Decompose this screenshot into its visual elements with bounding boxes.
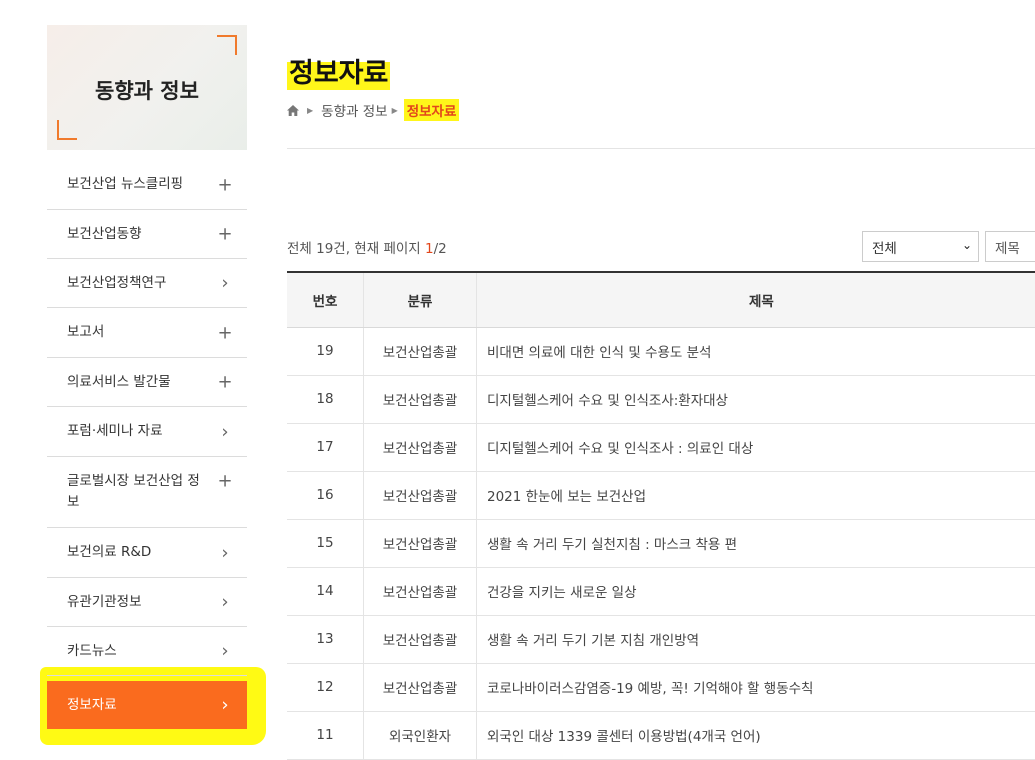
sidebar-item-label: 포럼·세미나 자료 (67, 421, 163, 442)
search-field-select[interactable]: 제목 (985, 231, 1035, 262)
row-number: 11 (287, 711, 364, 759)
sidebar-item-label: 보건산업정책연구 (67, 273, 166, 294)
sidebar-item-related-agencies[interactable]: 유관기관정보 › (47, 578, 247, 627)
sidebar-item-label: 의료서비스 발간물 (67, 372, 171, 393)
header-category: 분류 (364, 272, 477, 327)
row-title-link[interactable]: 비대면 의료에 대한 인식 및 수용도 분석 (477, 327, 1035, 375)
chevron-right-icon: › (217, 592, 233, 613)
row-title-link[interactable]: 생활 속 거리 두기 실천지침 : 마스크 착용 편 (477, 519, 1035, 567)
count-text: 전체 19건, 현재 페이지 (287, 241, 425, 257)
header-number: 번호 (287, 272, 364, 327)
table-row[interactable]: 16 보건산업총괄 2021 한눈에 보는 보건산업 (287, 471, 1035, 519)
sidebar-title: 동향과 정보 (47, 75, 247, 105)
page-title: 정보자료 (287, 58, 390, 90)
row-category: 보건산업총괄 (364, 423, 477, 471)
sidebar-header: 동향과 정보 (47, 25, 247, 150)
plus-icon: + (217, 322, 233, 343)
sidebar-item-label: 보건의료 R&D (67, 542, 151, 563)
breadcrumb-item[interactable]: 동향과 정보 (321, 100, 387, 120)
sidebar-menu: 보건산업 뉴스클리핑 + 보건산업동향 + 보건산업정책연구 › 보고서 + 의… (47, 160, 247, 729)
sidebar-item-label: 카드뉴스 (67, 641, 117, 662)
sidebar-item-label: 유관기관정보 (67, 592, 142, 613)
chevron-right-icon: › (217, 421, 233, 442)
table-row[interactable]: 12 보건산업총괄 코로나바이러스감염증-19 예방, 꼭! 기억해야 할 행동… (287, 663, 1035, 711)
row-category: 보건산업총괄 (364, 615, 477, 663)
table-row[interactable]: 15 보건산업총괄 생활 속 거리 두기 실천지침 : 마스크 착용 편 (287, 519, 1035, 567)
table-row[interactable]: 14 보건산업총괄 건강을 지키는 새로운 일상 (287, 567, 1035, 615)
row-category: 보건산업총괄 (364, 327, 477, 375)
page-current: 1 (425, 241, 434, 257)
chevron-right-icon: › (217, 542, 233, 563)
row-category: 보건산업총괄 (364, 519, 477, 567)
sidebar-item-label: 보건산업동향 (67, 224, 142, 245)
sidebar-item-reports[interactable]: 보고서 + (47, 308, 247, 358)
sidebar-item-industry-trends[interactable]: 보건산업동향 + (47, 210, 247, 259)
category-select-value: 전체 (872, 237, 897, 257)
corner-decoration (57, 120, 77, 140)
sidebar-item-label: 글로벌시장 보건산업 정보 (67, 471, 207, 513)
header-title: 제목 (477, 272, 1035, 327)
chevron-right-icon: › (217, 695, 233, 716)
row-title-link[interactable]: 디지털헬스케어 수요 및 인식조사 : 의료인 대상 (477, 423, 1035, 471)
row-category: 보건산업총괄 (364, 567, 477, 615)
sidebar-item-card-news[interactable]: 카드뉴스 › (47, 627, 247, 676)
page-total: /2 (434, 241, 447, 257)
row-category: 보건산업총괄 (364, 375, 477, 423)
chevron-right-icon: › (217, 641, 233, 662)
result-count: 전체 19건, 현재 페이지 1/2 (287, 237, 447, 257)
row-number: 14 (287, 567, 364, 615)
corner-decoration (217, 35, 237, 55)
sidebar-item-rnd[interactable]: 보건의료 R&D › (47, 528, 247, 578)
row-category: 외국인환자 (364, 711, 477, 759)
row-number: 17 (287, 423, 364, 471)
row-category: 보건산업총괄 (364, 471, 477, 519)
breadcrumb-current: 정보자료 (404, 99, 460, 121)
home-icon[interactable] (287, 105, 299, 116)
category-select[interactable]: 전체 ⌄ (862, 231, 979, 262)
row-category: 보건산업총괄 (364, 663, 477, 711)
sidebar-item-forum-seminar[interactable]: 포럼·세미나 자료 › (47, 407, 247, 457)
sidebar-item-medical-publications[interactable]: 의료서비스 발간물 + (47, 358, 247, 407)
divider (287, 148, 1035, 149)
row-title-link[interactable]: 생활 속 거리 두기 기본 지침 개인방역 (477, 615, 1035, 663)
sidebar-item-info-materials[interactable]: 정보자료 › (47, 681, 247, 729)
table-row[interactable]: 19 보건산업총괄 비대면 의료에 대한 인식 및 수용도 분석 (287, 327, 1035, 375)
chevron-right-icon: › (217, 273, 233, 294)
search-field-value: 제목 (995, 237, 1020, 257)
row-title-link[interactable]: 2021 한눈에 보는 보건산업 (477, 471, 1035, 519)
sidebar-item-label: 정보자료 (67, 695, 117, 716)
table-row[interactable]: 13 보건산업총괄 생활 속 거리 두기 기본 지침 개인방역 (287, 615, 1035, 663)
row-number: 12 (287, 663, 364, 711)
plus-icon: + (217, 224, 233, 245)
table-row[interactable]: 11 외국인환자 외국인 대상 1339 콜센터 이용방법(4개국 언어) (287, 711, 1035, 759)
sidebar-item-label: 보건산업 뉴스클리핑 (67, 174, 183, 195)
row-title-link[interactable]: 코로나바이러스감염증-19 예방, 꼭! 기억해야 할 행동수칙 (477, 663, 1035, 711)
plus-icon: + (217, 372, 233, 393)
sidebar-item-global-market[interactable]: 글로벌시장 보건산업 정보 + (47, 457, 247, 528)
data-table: 번호 분류 제목 19 보건산업총괄 비대면 의료에 대한 인식 및 수용도 분… (287, 271, 1035, 760)
row-title-link[interactable]: 외국인 대상 1339 콜센터 이용방법(4개국 언어) (477, 711, 1035, 759)
chevron-down-icon: ⌄ (962, 238, 972, 252)
sidebar-item-policy-research[interactable]: 보건산업정책연구 › (47, 259, 247, 308)
table-header-row: 번호 분류 제목 (287, 272, 1035, 327)
breadcrumb-arrow-icon: ▶ (307, 106, 313, 115)
plus-icon: + (217, 174, 233, 195)
row-number: 19 (287, 327, 364, 375)
table-row[interactable]: 18 보건산업총괄 디지털헬스케어 수요 및 인식조사:환자대상 (287, 375, 1035, 423)
sidebar-item-label: 보고서 (67, 322, 104, 343)
plus-icon: + (217, 471, 233, 492)
row-number: 16 (287, 471, 364, 519)
breadcrumb-arrow-icon: ▶ (392, 106, 398, 115)
table-row[interactable]: 17 보건산업총괄 디지털헬스케어 수요 및 인식조사 : 의료인 대상 (287, 423, 1035, 471)
sidebar-item-news-clipping[interactable]: 보건산업 뉴스클리핑 + (47, 160, 247, 210)
row-title-link[interactable]: 건강을 지키는 새로운 일상 (477, 567, 1035, 615)
row-number: 15 (287, 519, 364, 567)
row-title-link[interactable]: 디지털헬스케어 수요 및 인식조사:환자대상 (477, 375, 1035, 423)
breadcrumb: ▶ 동향과 정보 ▶ 정보자료 (287, 99, 459, 121)
row-number: 18 (287, 375, 364, 423)
row-number: 13 (287, 615, 364, 663)
